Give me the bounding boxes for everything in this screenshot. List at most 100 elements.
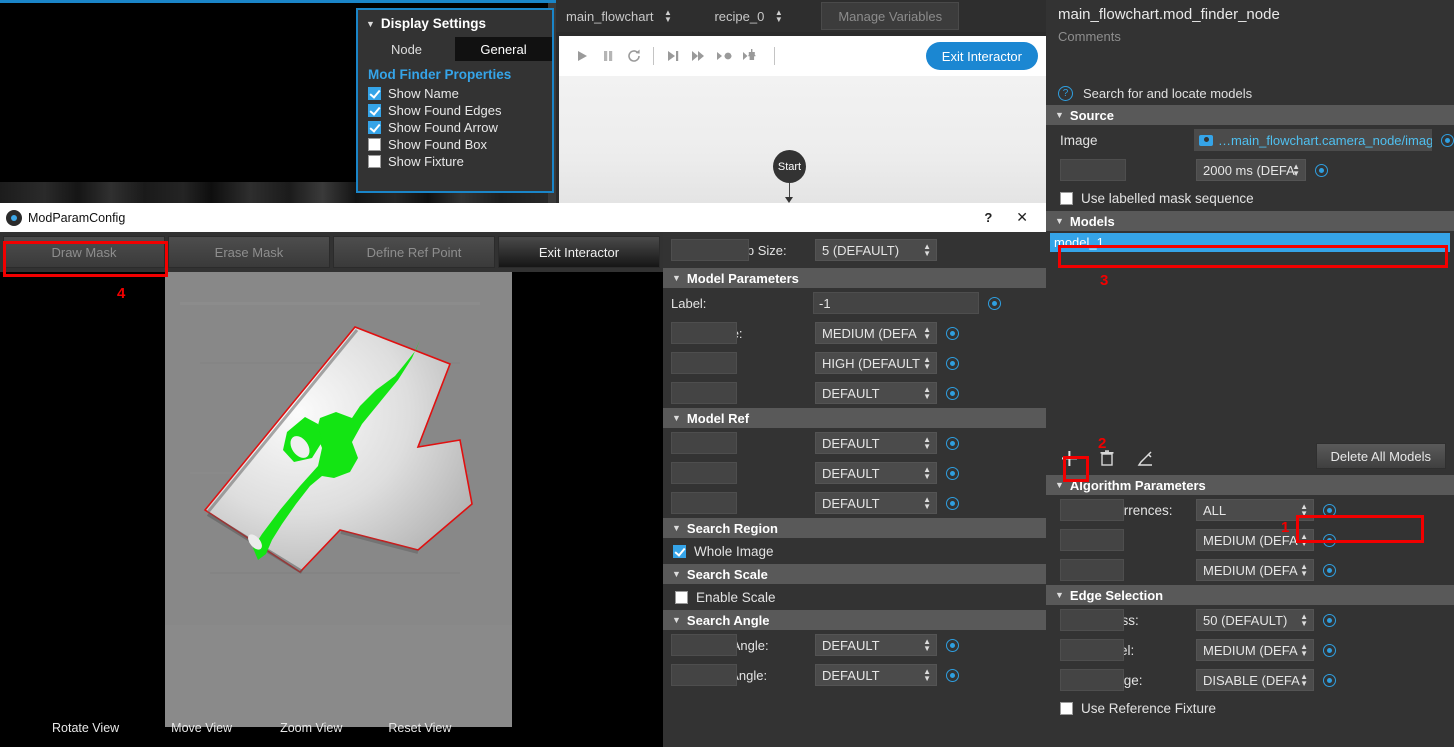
checkbox-use-reference-fixture[interactable] xyxy=(1060,701,1073,715)
tab-general[interactable]: General xyxy=(455,37,552,61)
recipe-selector[interactable]: recipe_0 ▲ ▼ xyxy=(704,0,793,32)
section-search-angle[interactable]: ▼ Search Angle xyxy=(663,610,1046,630)
section-algorithm-parameters[interactable]: ▼ Algorithm Parameters xyxy=(1046,475,1454,495)
move-view-button[interactable]: Move View xyxy=(171,721,232,735)
shared-edge-input[interactable] xyxy=(1060,669,1124,691)
polarity-select[interactable]: DEFAULT ▲ ▼ xyxy=(815,382,937,404)
dialog-close-button[interactable]: ✕ xyxy=(1016,209,1028,226)
polarity-input[interactable] xyxy=(671,382,737,404)
play-icon[interactable] xyxy=(569,43,595,69)
delta-pos-angle-override-radio[interactable] xyxy=(946,668,959,682)
smoothness-input[interactable] xyxy=(1060,609,1124,631)
define-ref-point-tab[interactable]: Define Ref Point xyxy=(333,236,495,268)
shared-edge-override-radio[interactable] xyxy=(1323,673,1336,687)
image-override-radio[interactable] xyxy=(1441,133,1454,147)
section-model-ref[interactable]: ▼ Model Ref xyxy=(663,408,1046,428)
angle-input[interactable] xyxy=(671,492,737,514)
flowchart-start-node[interactable]: Start xyxy=(773,150,806,183)
acceptance-select[interactable]: MEDIUM (DEFA ▲ ▼ xyxy=(815,322,937,344)
y-override-radio[interactable] xyxy=(946,466,959,480)
option-show-fixture[interactable]: Show Fixture xyxy=(358,153,552,170)
flowchart-canvas[interactable] xyxy=(559,76,1046,203)
exit-interactor-button[interactable]: Exit Interactor xyxy=(925,42,1038,70)
comments-field[interactable]: Comments xyxy=(1046,25,1454,44)
checkbox-show-name[interactable] xyxy=(368,87,381,100)
step-icon[interactable] xyxy=(660,43,686,69)
pause-icon[interactable] xyxy=(595,43,621,69)
checkbox-show-fixture[interactable] xyxy=(368,155,381,168)
accuracy-override-radio[interactable] xyxy=(1323,563,1336,577)
speed-override-radio[interactable] xyxy=(1323,533,1336,547)
delta-neg-angle-input[interactable] xyxy=(671,634,737,656)
detail-level-select[interactable]: MEDIUM (DEFA ▲ ▼ xyxy=(1196,639,1314,661)
row-labelled-mask[interactable]: Use labelled mask sequence xyxy=(1046,185,1454,211)
timeout-select[interactable]: 2000 ms (DEFA ▲ ▼ xyxy=(1196,159,1306,181)
delta-neg-angle-override-radio[interactable] xyxy=(946,638,959,652)
add-model-button[interactable] xyxy=(1058,447,1080,469)
delete-all-models-button[interactable]: Delete All Models xyxy=(1315,443,1446,469)
timeout-override-radio[interactable] xyxy=(1315,163,1328,177)
certainty-override-radio[interactable] xyxy=(946,356,959,370)
angle-select[interactable]: DEFAULT ▲ ▼ xyxy=(815,492,937,514)
accuracy-input[interactable] xyxy=(1060,559,1124,581)
manage-variables-button[interactable]: Manage Variables xyxy=(821,2,960,30)
edit-pixel-map-size-select[interactable]: 5 (DEFAULT) ▲ ▼ xyxy=(815,239,937,261)
delta-pos-angle-input[interactable] xyxy=(671,664,737,686)
option-show-found-edges[interactable]: Show Found Edges xyxy=(358,102,552,119)
option-show-name[interactable]: Show Name xyxy=(358,85,552,102)
flowchart-selector[interactable]: main_flowchart ▲ ▼ xyxy=(556,0,682,32)
certainty-select[interactable]: HIGH (DEFAULT ▲ ▼ xyxy=(815,352,937,374)
smoothness-select[interactable]: 50 (DEFAULT) ▲ ▼ xyxy=(1196,609,1314,631)
dialog-titlebar[interactable]: ModParamConfig ? ✕ xyxy=(0,203,1046,232)
help-icon[interactable]: ? xyxy=(1058,85,1073,101)
checkbox-enable-scale[interactable] xyxy=(675,590,688,604)
detail-level-input[interactable] xyxy=(1060,639,1124,661)
row-use-reference-fixture[interactable]: Use Reference Fixture xyxy=(1046,695,1454,721)
polarity-override-radio[interactable] xyxy=(946,386,959,400)
erase-mask-tab[interactable]: Erase Mask xyxy=(168,236,330,268)
x-select[interactable]: DEFAULT ▲ ▼ xyxy=(815,432,937,454)
run-node-icon[interactable] xyxy=(738,43,764,69)
tab-node[interactable]: Node xyxy=(358,37,455,61)
y-select[interactable]: DEFAULT ▲ ▼ xyxy=(815,462,937,484)
x-input[interactable] xyxy=(671,432,737,454)
section-search-region[interactable]: ▼ Search Region xyxy=(663,518,1046,538)
image-source-field[interactable]: …main_flowchart.camera_node/image xyxy=(1194,129,1432,151)
row-enable-scale[interactable]: Enable Scale xyxy=(663,584,1046,610)
label-override-radio[interactable] xyxy=(988,296,1001,310)
certainty-input[interactable] xyxy=(671,352,737,374)
y-input[interactable] xyxy=(671,462,737,484)
acceptance-override-radio[interactable] xyxy=(946,326,959,340)
total-occurrences-input[interactable] xyxy=(1060,499,1124,521)
speed-select[interactable]: MEDIUM (DEFA ▲ ▼ xyxy=(1196,529,1314,551)
rotate-view-button[interactable]: Rotate View xyxy=(52,721,119,735)
run-to-icon[interactable] xyxy=(712,43,738,69)
mask-canvas[interactable] xyxy=(0,272,663,747)
model-list-item[interactable]: model_1 xyxy=(1050,233,1450,252)
section-search-scale[interactable]: ▼ Search Scale xyxy=(663,564,1046,584)
row-whole-image[interactable]: Whole Image xyxy=(663,538,1046,564)
dialog-help-button[interactable]: ? xyxy=(984,210,992,225)
fast-forward-icon[interactable] xyxy=(686,43,712,69)
checkbox-whole-image[interactable] xyxy=(673,544,686,558)
section-edge-selection[interactable]: ▼ Edge Selection xyxy=(1046,585,1454,605)
models-list[interactable]: model_1 xyxy=(1046,231,1454,441)
x-override-radio[interactable] xyxy=(946,436,959,450)
checkbox-show-found-edges[interactable] xyxy=(368,104,381,117)
timeout-input[interactable] xyxy=(1060,159,1126,181)
total-occurrences-override-radio[interactable] xyxy=(1323,503,1336,517)
total-occurrences-select[interactable]: ALL ▲ ▼ xyxy=(1196,499,1314,521)
acceptance-input[interactable] xyxy=(671,322,737,344)
option-show-found-box[interactable]: Show Found Box xyxy=(358,136,552,153)
shared-edge-select[interactable]: DISABLE (DEFA ▲ ▼ xyxy=(1196,669,1314,691)
edit-pixel-map-size-input[interactable] xyxy=(671,239,749,261)
checkbox-use-labelled-mask[interactable] xyxy=(1060,191,1073,205)
exit-interactor-tab[interactable]: Exit Interactor xyxy=(498,236,660,268)
accuracy-select[interactable]: MEDIUM (DEFA ▲ ▼ xyxy=(1196,559,1314,581)
option-show-found-arrow[interactable]: Show Found Arrow xyxy=(358,119,552,136)
delta-pos-angle-select[interactable]: DEFAULT ▲ ▼ xyxy=(815,664,937,686)
delta-neg-angle-select[interactable]: DEFAULT ▲ ▼ xyxy=(815,634,937,656)
detail-level-override-radio[interactable] xyxy=(1323,643,1336,657)
zoom-view-button[interactable]: Zoom View xyxy=(280,721,342,735)
edit-model-button[interactable] xyxy=(1134,447,1156,469)
